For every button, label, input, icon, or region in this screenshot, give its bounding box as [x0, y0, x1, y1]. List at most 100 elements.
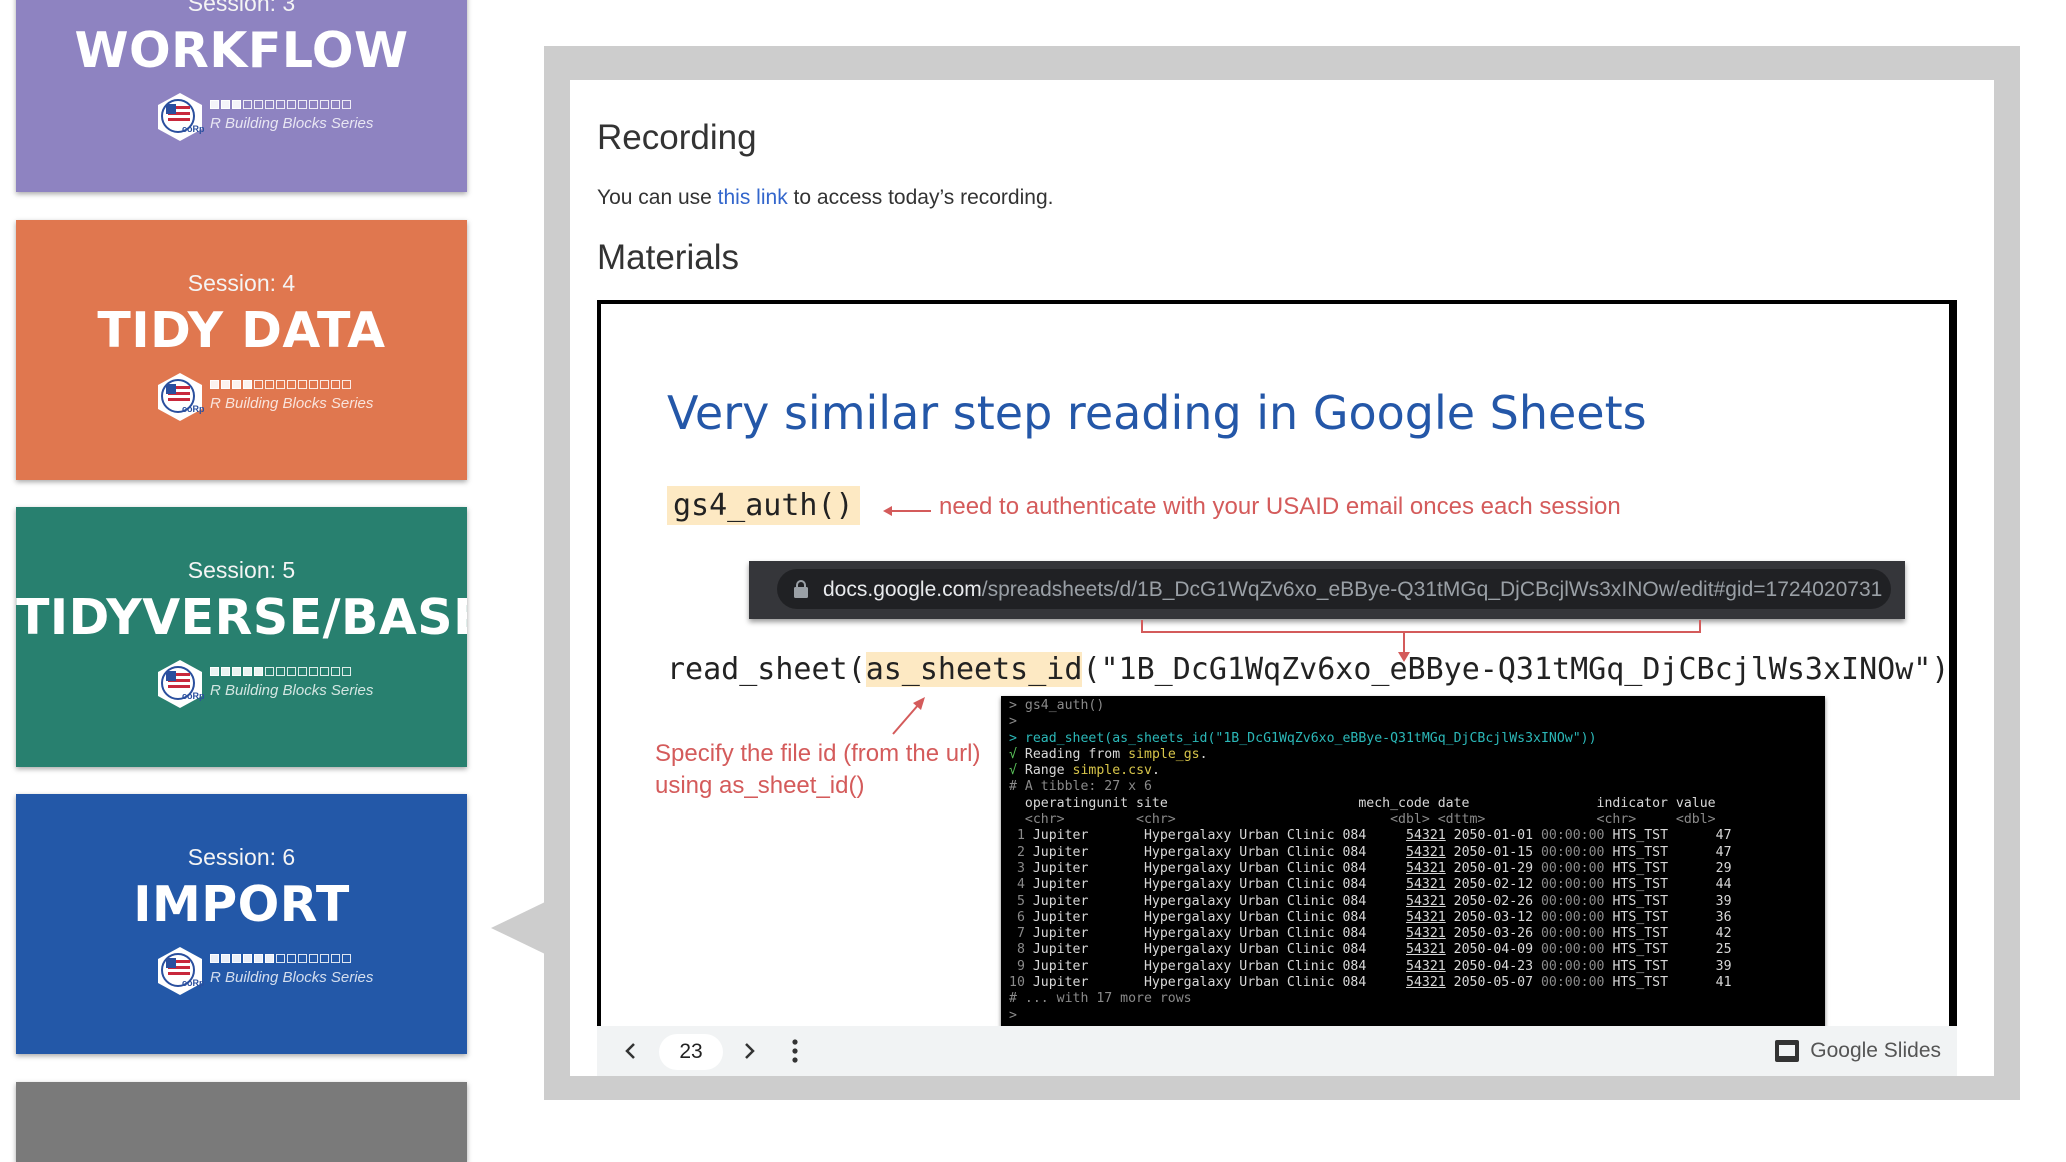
series-brand: coRps R Building Blocks Series	[138, 659, 378, 709]
tibble-cell: 9	[1009, 958, 1033, 974]
progress-block	[342, 667, 351, 676]
tibble-cell: 54321	[1406, 942, 1446, 958]
series-name: R Building Blocks Series	[210, 969, 374, 986]
recording-text: You can use this link to access today’s …	[597, 186, 1053, 210]
progress-block	[320, 667, 329, 676]
progress-block	[265, 100, 274, 109]
slide-page-number[interactable]: 23	[659, 1034, 723, 1070]
tibble-cell: 54321	[1406, 844, 1446, 860]
r-console: > gs4_auth() > > read_sheet(as_sheets_id…	[1001, 696, 1825, 1026]
url-path: /spreadsheets/d/1B_DcG1WqZv6xo_eBBye-Q31…	[981, 578, 1883, 601]
series-name: R Building Blocks Series	[210, 682, 374, 699]
progress-block	[232, 667, 241, 676]
session-title: IMPORT	[133, 876, 350, 933]
arrow-left-icon	[883, 506, 931, 516]
tibble-cell: HTS_TST 47	[1612, 828, 1732, 844]
logo-text: coRps	[182, 978, 204, 988]
tibble-cell: 54321	[1406, 828, 1446, 844]
console-prompt: >	[1009, 1007, 1017, 1023]
series-brand: coRps R Building Blocks Series	[138, 372, 378, 422]
tibble-cell: 2050-03-26	[1445, 926, 1541, 942]
series-name: R Building Blocks Series	[210, 395, 374, 412]
session-card[interactable]: Session: 6 IMPORT coRps R Building Blocks S…	[16, 794, 467, 1054]
tibble-row: 1 Jupiter Hypergalaxy Urban Clinic 084 5…	[1009, 828, 1732, 843]
tibble-row: 10 Jupiter Hypergalaxy Urban Clinic 084 …	[1009, 975, 1732, 990]
progress-block	[232, 380, 241, 389]
progress-block	[342, 100, 351, 109]
series-progress	[210, 100, 351, 109]
progress-block	[287, 380, 296, 389]
progress-block	[232, 100, 241, 109]
series-progress	[210, 954, 351, 963]
arrow-up-right-icon	[892, 697, 925, 735]
tibble-row: 7 Jupiter Hypergalaxy Urban Clinic 084 5…	[1009, 926, 1732, 941]
session-label: Session: 5	[187, 557, 296, 583]
session-card[interactable]: Session: 4 TIDY DATA coRps R Building Block…	[16, 220, 467, 480]
progress-block	[254, 667, 263, 676]
tibble-cell: Jupiter Hypergalaxy Urban Clinic 084	[1032, 893, 1406, 909]
progress-block	[276, 100, 285, 109]
tibble-cell: 7	[1009, 926, 1033, 942]
read-sheet-args: ("1B_DcG1WqZv6xo_eBBye-Q31tMGq_DjCBcjlWs…	[1082, 652, 1949, 687]
chevron-left-icon[interactable]	[619, 1039, 643, 1063]
tibble-cell: HTS_TST 25	[1612, 942, 1732, 958]
read-sheet-fn: read_sheet(	[667, 652, 866, 687]
tibble-cell: 00:00:00	[1540, 958, 1605, 974]
logo-text: coRps	[182, 124, 204, 134]
tibble-cell: 2050-04-09	[1445, 942, 1541, 958]
progress-block	[309, 954, 318, 963]
progress-block	[320, 380, 329, 389]
read-sheet-code: read_sheet(as_sheets_id("1B_DcG1WqZv6xo_…	[667, 652, 1949, 687]
tibble-row: 4 Jupiter Hypergalaxy Urban Clinic 084 5…	[1009, 877, 1732, 892]
reading-value: simple_gs	[1128, 746, 1200, 762]
progress-block	[309, 380, 318, 389]
progress-block	[254, 380, 263, 389]
tibble-cell: Jupiter Hypergalaxy Urban Clinic 084	[1032, 926, 1406, 942]
session-title: WORKFLOW	[74, 22, 409, 79]
console-output: > gs4_auth() > > read_sheet(as_sheets_id…	[1009, 698, 1732, 1023]
session-card[interactable]	[16, 1082, 467, 1162]
tibble-types: <chr> <chr> <dbl> <dttm> <chr> <dbl>	[1009, 812, 1716, 828]
corps-logo-icon: coRps	[158, 373, 204, 421]
progress-block	[309, 667, 318, 676]
session-card[interactable]: Session: 3 WORKFLOW coRps R Building Blocks…	[16, 0, 467, 192]
session-label: Session: 3	[187, 0, 296, 16]
tibble-cell: 2	[1009, 844, 1033, 860]
tibble-cell: HTS_TST 29	[1612, 860, 1732, 876]
more-options-icon[interactable]	[785, 1038, 805, 1064]
tibble-cell: HTS_TST 42	[1612, 926, 1732, 942]
browser-url-bar: docs.google.com/spreadsheets/d/1B_DcG1Wq…	[749, 561, 1905, 619]
tibble-cell: 00:00:00	[1540, 909, 1605, 925]
tibble-cell: 8	[1009, 942, 1033, 958]
session-title: TIDY DATA	[97, 302, 386, 359]
console-line-2: >	[1009, 714, 1017, 730]
session-detail-content: Recording You can use this link to acces…	[570, 80, 1994, 1076]
google-slides-icon	[1775, 1040, 1800, 1062]
progress-block	[265, 954, 274, 963]
reading-label: Reading from	[1024, 746, 1129, 762]
progress-block	[210, 100, 219, 109]
tibble-cell: 00:00:00	[1540, 828, 1605, 844]
progress-block	[331, 667, 340, 676]
tibble-cell: 00:00:00	[1540, 844, 1605, 860]
progress-block	[265, 380, 274, 389]
chevron-right-icon[interactable]	[737, 1039, 761, 1063]
progress-block	[331, 100, 340, 109]
tibble-cell: 00:00:00	[1540, 893, 1605, 909]
google-slides-link[interactable]: Google Slides	[1774, 1038, 1941, 1064]
tibble-cell: 2050-02-12	[1445, 877, 1541, 893]
recording-text-after: to access today’s recording.	[787, 186, 1054, 209]
auth-code: gs4_auth()	[667, 486, 860, 525]
tibble-cell: 2050-03-12	[1445, 909, 1541, 925]
tibble-cell: Jupiter Hypergalaxy Urban Clinic 084	[1032, 958, 1406, 974]
tibble-cell: Jupiter Hypergalaxy Urban Clinic 084	[1032, 844, 1406, 860]
recording-link[interactable]: this link	[718, 186, 788, 209]
tibble-cell: 00:00:00	[1540, 860, 1605, 876]
tibble-header: operatingunit site mech_code date indica…	[1009, 795, 1716, 811]
session-card[interactable]: Session: 5 TIDYVERSE/BASE R coRps R Buildin…	[16, 507, 467, 767]
tibble-summary: # A tibble: 27 x 6	[1009, 779, 1152, 795]
tibble-cell: 2050-04-23	[1445, 958, 1541, 974]
corps-logo-icon: coRps	[158, 947, 204, 995]
check-icon: √	[1009, 746, 1017, 762]
as-sheets-id-fn: as_sheets_id	[865, 652, 1083, 687]
